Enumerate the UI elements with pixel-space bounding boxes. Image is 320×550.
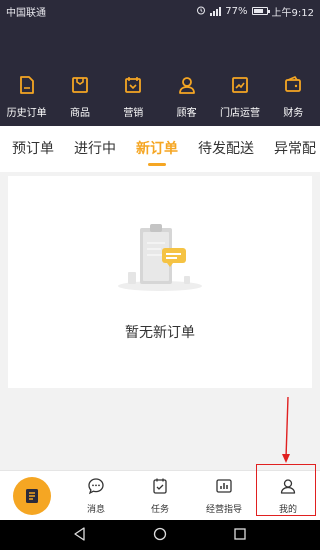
order-list-panel: 暂无新订单 bbox=[8, 176, 312, 388]
quick-item-order-history[interactable]: 历史订单 bbox=[0, 74, 53, 119]
customer-icon bbox=[176, 74, 198, 96]
clock: 上午9:12 bbox=[271, 7, 314, 19]
tab-label: 进行中 bbox=[74, 141, 116, 157]
annotation-arrow bbox=[280, 396, 292, 464]
tab-label: 预订单 bbox=[12, 141, 54, 157]
alarm-icon bbox=[196, 5, 206, 18]
order-history-icon bbox=[16, 74, 38, 96]
system-navigation-bar bbox=[0, 520, 320, 550]
tab-abnormal-delivery[interactable]: 异常配 bbox=[274, 126, 316, 172]
tab-pending-delivery[interactable]: 待发配送 bbox=[198, 126, 254, 172]
message-icon bbox=[87, 477, 105, 499]
marketing-icon bbox=[122, 74, 144, 96]
quick-item-label: 营销 bbox=[123, 108, 144, 119]
order-tabs: 预订单 进行中 新订单 待发配送 异常配 bbox=[0, 126, 320, 172]
quick-item-store-operation[interactable]: 门店运营 bbox=[213, 74, 266, 119]
task-icon bbox=[151, 477, 169, 499]
nav-label: 经营指导 bbox=[205, 504, 242, 515]
tab-label: 新订单 bbox=[136, 141, 178, 157]
nav-messages[interactable]: 消息 bbox=[64, 471, 128, 520]
recent-apps-icon[interactable] bbox=[233, 526, 247, 545]
business-guide-icon bbox=[215, 477, 233, 499]
quick-item-marketing[interactable]: 营销 bbox=[107, 74, 160, 119]
annotation-highlight-box bbox=[256, 464, 316, 516]
active-tab-indicator bbox=[148, 163, 166, 166]
nav-business-guide[interactable]: 经营指导 bbox=[192, 471, 256, 520]
empty-clipboard-icon bbox=[110, 222, 210, 292]
goods-icon bbox=[69, 74, 91, 96]
quick-item-finance[interactable]: 财务 bbox=[267, 74, 320, 119]
quick-item-label: 顾客 bbox=[176, 108, 197, 119]
nav-tasks[interactable]: 任务 bbox=[128, 471, 192, 520]
status-indicators: 77% 上午9:12 bbox=[196, 4, 314, 19]
battery-fill bbox=[253, 9, 263, 13]
nav-label: 任务 bbox=[150, 504, 169, 515]
nav-home[interactable] bbox=[0, 471, 64, 520]
quick-item-goods[interactable]: 商品 bbox=[53, 74, 106, 119]
status-bar: 中国联通 77% 上午9:12 bbox=[0, 0, 320, 22]
quick-item-customer[interactable]: 顾客 bbox=[160, 74, 213, 119]
quick-menu: 历史订单 商品 营销 顾客 门店运营 财务 bbox=[0, 74, 320, 119]
empty-state-message: 暂无新订单 bbox=[125, 325, 195, 341]
finance-icon bbox=[282, 74, 304, 96]
nav-label: 消息 bbox=[86, 504, 105, 515]
store-operation-icon bbox=[229, 74, 251, 96]
back-icon[interactable] bbox=[73, 526, 87, 545]
tab-label: 异常配 bbox=[274, 141, 316, 157]
tab-in-progress[interactable]: 进行中 bbox=[74, 126, 116, 172]
quick-item-label: 门店运营 bbox=[219, 108, 260, 119]
quick-item-label: 商品 bbox=[69, 108, 90, 119]
home-icon bbox=[13, 476, 51, 515]
quick-item-label: 历史订单 bbox=[6, 108, 47, 119]
dashboard-header: 历史订单 商品 营销 顾客 门店运营 财务 bbox=[0, 22, 320, 126]
tab-label: 待发配送 bbox=[198, 141, 254, 157]
tab-new-orders[interactable]: 新订单 bbox=[136, 126, 178, 172]
home-button-icon[interactable] bbox=[153, 526, 167, 545]
quick-item-label: 财务 bbox=[283, 108, 304, 119]
carrier-name: 中国联通 bbox=[6, 7, 46, 19]
signal-icon bbox=[210, 6, 222, 16]
battery-percent: 77% bbox=[225, 5, 248, 17]
tab-pre-order[interactable]: 预订单 bbox=[12, 126, 54, 172]
battery-icon bbox=[251, 7, 270, 15]
